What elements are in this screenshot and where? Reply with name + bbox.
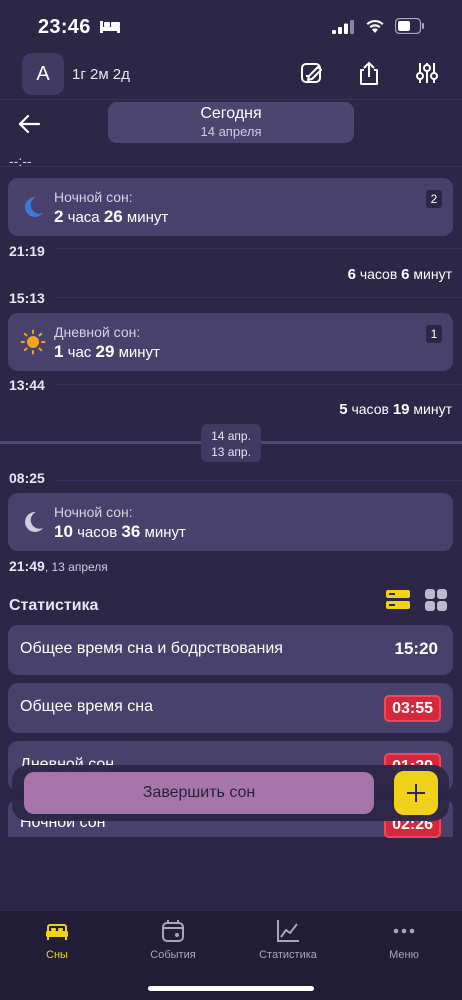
sun-icon — [20, 329, 46, 355]
timeline-time: 08:25 — [9, 470, 45, 486]
plus-icon — [407, 784, 425, 802]
stat-row-sleep-total[interactable]: Общее время сна 03:55 — [8, 683, 453, 733]
nav-label: Статистика — [259, 949, 317, 961]
bed-icon — [46, 924, 68, 940]
entry-count-badge: 1 — [426, 325, 442, 343]
chart-icon — [277, 920, 299, 942]
nav-tab-statistics[interactable]: Статистика — [242, 918, 334, 961]
stat-value: 15:20 — [394, 639, 438, 658]
sleep-type-label: Ночной сон: — [54, 189, 133, 205]
awake-duration: 5 часов 19 минут — [339, 401, 452, 418]
nav-label: Меню — [389, 949, 419, 961]
day-badge-bottom: 13 апр. — [211, 445, 251, 459]
sleep-entry-day[interactable]: Дневной сон: 1 час 29 минут 1 — [8, 313, 453, 371]
grid-view-icon[interactable] — [423, 587, 449, 613]
sleep-type-label: Ночной сон: — [54, 504, 133, 520]
nav-label: Сны — [46, 949, 68, 961]
timeline-time-start: 21:49, 13 апреля — [9, 558, 108, 574]
status-time: 23:46 — [38, 16, 91, 38]
timeline-divider — [0, 166, 462, 167]
day-change-badge: 14 апр. 13 апр. — [201, 424, 261, 462]
header-divider — [0, 99, 462, 100]
wifi-icon — [366, 19, 384, 33]
stats-title: Статистика — [9, 597, 99, 614]
nav-tab-sleeps[interactable]: Сны — [11, 918, 103, 961]
nav-tab-events[interactable]: События — [127, 918, 219, 961]
sliders-icon[interactable] — [414, 60, 440, 86]
stat-label: Общее время сна — [20, 698, 153, 715]
moon-icon — [25, 511, 43, 532]
sleep-duration: 1 час 29 минут — [54, 342, 160, 361]
stat-label: Общее время сна и бодрствования — [20, 640, 283, 657]
nav-tab-menu[interactable]: Меню — [358, 918, 450, 961]
sleep-duration: 10 часов 36 минут — [54, 522, 186, 541]
timeline-time: 15:13 — [9, 290, 45, 306]
sleep-type-label: Дневной сон: — [54, 324, 141, 340]
timeline-time: 13:44 — [9, 377, 45, 393]
avatar-letter: A — [36, 62, 50, 85]
date-title: Сегодня — [200, 105, 262, 122]
sleep-duration: 2 часа 26 минут — [54, 207, 169, 226]
nav-label: События — [150, 949, 196, 961]
avatar[interactable]: A — [22, 53, 64, 95]
timeline-divider — [55, 297, 462, 298]
timeline-time: 21:19 — [9, 243, 45, 259]
home-indicator — [148, 986, 314, 991]
signal-icon — [332, 20, 354, 34]
child-age: 1г 2м 2д — [72, 66, 130, 83]
add-event-button[interactable] — [394, 771, 438, 815]
date-subtitle: 14 апреля — [200, 124, 262, 139]
sleep-entry-night[interactable]: Ночной сон: 2 часа 26 минут 2 — [8, 178, 453, 236]
sleep-entry-night[interactable]: Ночной сон: 10 часов 36 минут — [8, 493, 453, 551]
moon-icon — [25, 196, 43, 217]
back-arrow-icon[interactable] — [16, 110, 44, 138]
calendar-icon — [162, 920, 184, 942]
timeline-divider — [55, 248, 462, 249]
share-icon[interactable] — [356, 60, 382, 86]
bed-status-icon — [100, 21, 120, 33]
awake-duration: 6 часов 6 минут — [347, 266, 452, 283]
stat-value-alert: 03:55 — [384, 695, 441, 722]
day-badge-top: 14 апр. — [211, 429, 251, 443]
date-selector[interactable]: Сегодня 14 апреля — [108, 102, 354, 143]
timeline-divider — [55, 384, 462, 385]
timeline-divider — [55, 480, 462, 481]
stat-row-total[interactable]: Общее время сна и бодрствования 15:20 — [8, 625, 453, 675]
battery-icon — [395, 18, 424, 34]
finish-sleep-button[interactable]: Завершить сон — [24, 772, 374, 814]
entry-count-badge: 2 — [426, 190, 442, 208]
more-icon — [393, 928, 415, 934]
edit-icon[interactable] — [299, 60, 325, 86]
list-view-icon[interactable] — [385, 587, 411, 613]
